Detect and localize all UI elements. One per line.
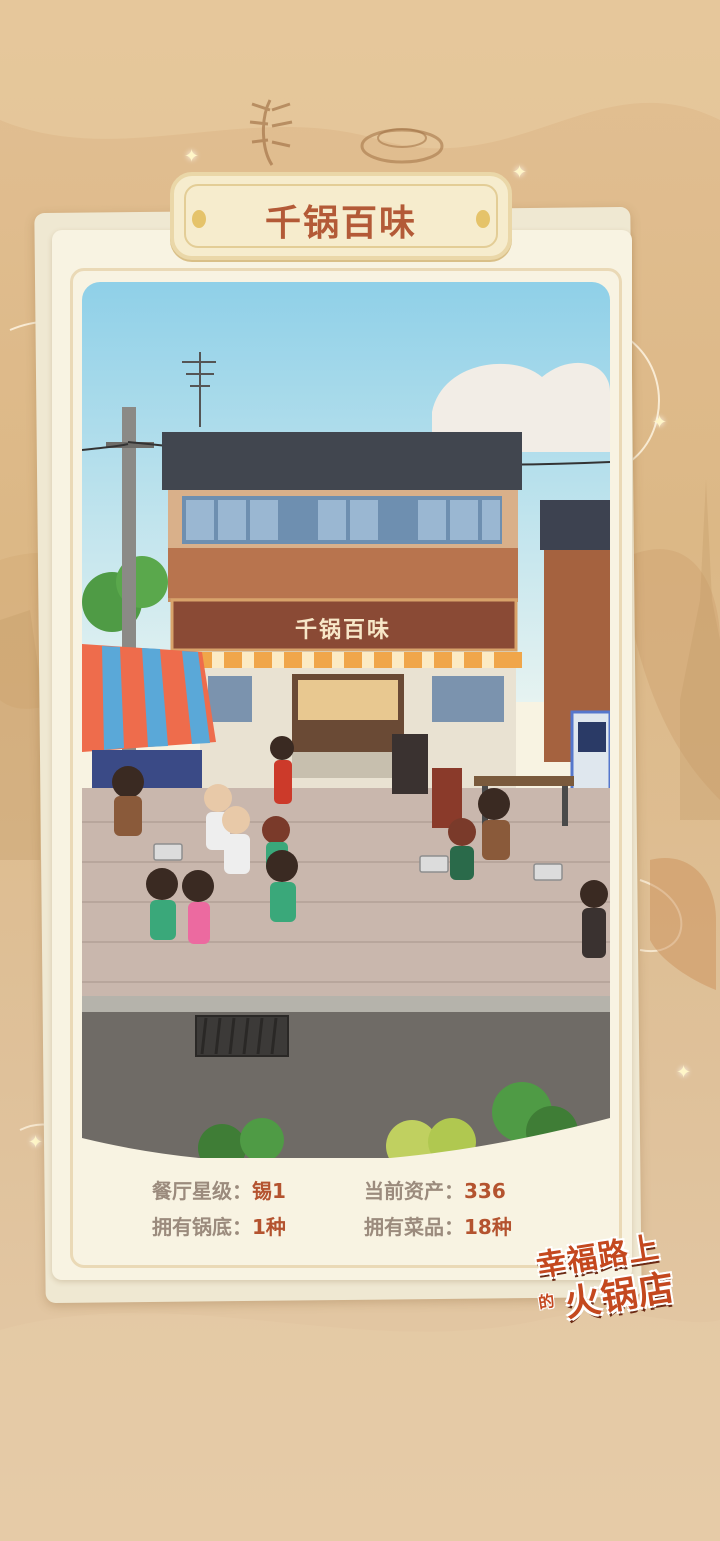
sparkle-icon: ✦ bbox=[512, 162, 528, 183]
restaurant-stats: 餐厅星级：锡1 当前资产：336 拥有锅底：1种 拥有菜品：18种 bbox=[152, 1175, 572, 1255]
restaurant-scene bbox=[82, 282, 610, 1158]
stat-value: 336 bbox=[464, 1179, 506, 1203]
sparkle-icon: ✦ bbox=[28, 1132, 44, 1153]
stat-label: 拥有锅底： bbox=[152, 1215, 252, 1239]
stat-soup-bases: 拥有锅底：1种 bbox=[152, 1211, 286, 1240]
title-plate: 千锅百味 bbox=[170, 172, 512, 260]
sparkle-icon: ✦ bbox=[676, 1062, 692, 1083]
stat-star-level: 餐厅星级：锡1 bbox=[152, 1175, 286, 1204]
restaurant-name: 千锅百味 bbox=[264, 203, 417, 244]
stat-value: 1种 bbox=[252, 1215, 286, 1239]
shop-sign-text: 千锅百味 bbox=[294, 618, 391, 643]
sparkle-icon: ✦ bbox=[652, 412, 668, 433]
stat-label: 当前资产： bbox=[364, 1179, 464, 1203]
logo-small: 的 bbox=[536, 1291, 556, 1313]
stat-label: 餐厅星级： bbox=[152, 1179, 252, 1203]
stat-value: 锡1 bbox=[252, 1179, 286, 1203]
stat-value: 18种 bbox=[464, 1215, 512, 1239]
sparkle-icon: ✦ bbox=[184, 146, 200, 167]
stat-dishes: 拥有菜品：18种 bbox=[364, 1211, 512, 1240]
stat-current-assets: 当前资产：336 bbox=[364, 1175, 506, 1204]
stat-label: 拥有菜品： bbox=[364, 1215, 464, 1239]
